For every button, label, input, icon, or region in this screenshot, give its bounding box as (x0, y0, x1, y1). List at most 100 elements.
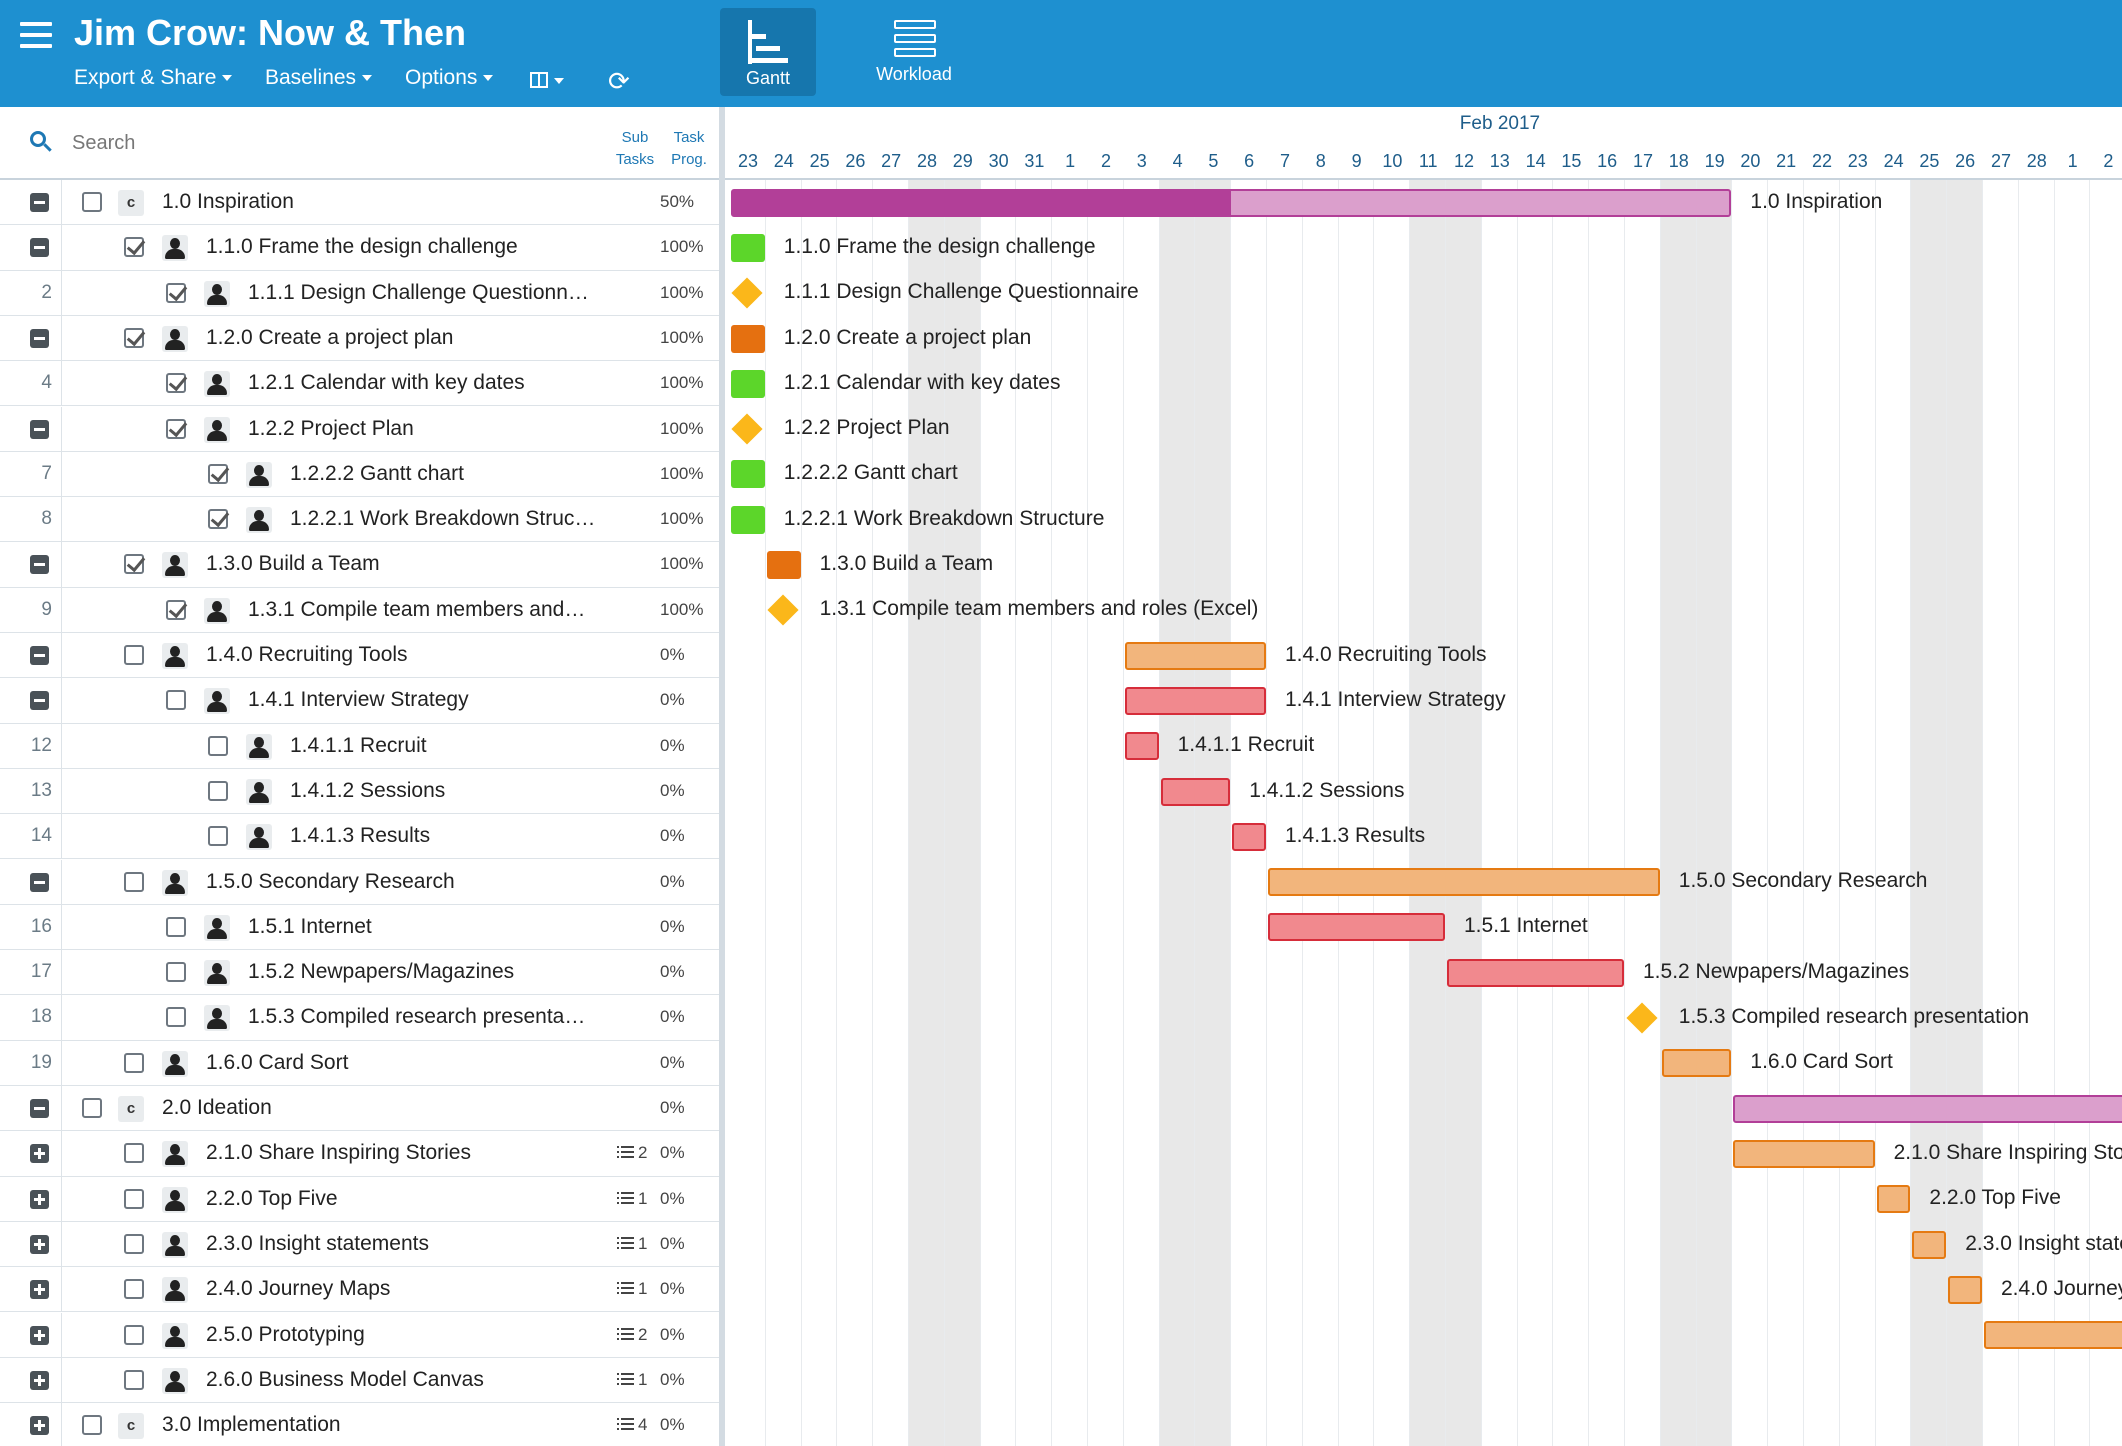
task-checkbox[interactable] (124, 1369, 144, 1390)
person-icon[interactable] (162, 1186, 188, 1213)
person-icon[interactable] (162, 1322, 188, 1349)
person-icon[interactable] (204, 914, 230, 941)
task-row[interactable]: c 2.0 Ideation 0% (0, 1086, 719, 1132)
task-bar[interactable] (1661, 1049, 1732, 1078)
task-name[interactable]: 1.4.0 Recruiting Tools (206, 643, 408, 667)
task-checkbox[interactable] (124, 1324, 144, 1345)
tab-workload[interactable]: Workload (866, 8, 962, 96)
task-checkbox[interactable] (124, 1052, 144, 1073)
task-name[interactable]: 1.2.0 Create a project plan (206, 326, 454, 350)
collapse-icon[interactable] (30, 238, 49, 258)
task-bar[interactable] (1912, 1230, 1947, 1259)
collapse-icon[interactable] (30, 646, 49, 665)
task-bar[interactable] (1733, 1139, 1875, 1168)
subtask-count[interactable]: 4 (617, 1415, 647, 1435)
person-icon[interactable] (204, 371, 230, 398)
person-icon[interactable] (204, 1005, 230, 1032)
task-bar[interactable] (731, 324, 765, 353)
tab-gantt[interactable]: Gantt (720, 8, 816, 96)
baselines-menu[interactable]: Baselines (265, 66, 373, 90)
task-checkbox[interactable] (124, 327, 144, 348)
summary-bar[interactable] (1733, 1094, 2122, 1123)
task-checkbox[interactable] (166, 599, 186, 620)
task-checkbox[interactable] (166, 418, 186, 439)
task-bar[interactable] (1447, 958, 1624, 987)
task-name[interactable]: 1.5.3 Compiled research presenta… (248, 1005, 585, 1029)
subtask-count[interactable]: 2 (617, 1143, 647, 1163)
task-checkbox[interactable] (166, 282, 186, 303)
task-row[interactable]: 2.1.0 Share Inspiring Stories 2 0% (0, 1131, 719, 1177)
expand-icon[interactable] (30, 1325, 49, 1345)
options-menu[interactable]: Options (405, 66, 494, 90)
person-icon[interactable] (204, 688, 230, 715)
collapse-icon[interactable] (30, 872, 49, 892)
task-row[interactable]: 18 1.5.3 Compiled research presenta… 0% (0, 995, 719, 1041)
task-checkbox[interactable] (124, 1188, 144, 1209)
columns-icon[interactable] (530, 70, 578, 92)
task-bar[interactable] (1124, 686, 1266, 715)
task-checkbox[interactable] (82, 192, 102, 212)
task-row[interactable]: 2.2.0 Top Five 1 0% (0, 1176, 719, 1222)
subtask-count[interactable]: 1 (617, 1234, 647, 1254)
person-icon[interactable] (162, 1050, 188, 1077)
task-checkbox[interactable] (166, 962, 186, 983)
person-icon[interactable] (162, 325, 188, 352)
task-checkbox[interactable] (124, 645, 144, 665)
task-checkbox[interactable] (166, 916, 186, 937)
task-checkbox[interactable] (208, 509, 228, 530)
task-row[interactable]: 2.6.0 Business Model Canvas 1 0% (0, 1357, 719, 1404)
task-bar[interactable] (1268, 868, 1660, 897)
person-icon[interactable] (204, 597, 230, 624)
task-bar[interactable] (1124, 732, 1159, 761)
subtask-count[interactable]: 1 (617, 1189, 647, 1209)
task-name[interactable]: 1.0 Inspiration (162, 190, 294, 214)
task-row[interactable]: 2.3.0 Insight statements 1 0% (0, 1221, 719, 1268)
person-icon[interactable] (162, 1367, 188, 1394)
person-icon[interactable] (246, 507, 272, 534)
task-name[interactable]: 1.2.2.1 Work Breakdown Struc… (290, 507, 595, 531)
task-name[interactable]: 2.2.0 Top Five (206, 1187, 338, 1211)
task-bar[interactable] (731, 460, 765, 489)
project-title[interactable]: Jim Crow: Now & Then (74, 12, 466, 54)
collapse-icon[interactable] (30, 1099, 49, 1118)
collapse-icon[interactable] (30, 419, 49, 439)
refresh-icon[interactable]: ⟳ (608, 68, 630, 94)
task-checkbox[interactable] (166, 373, 186, 394)
task-row[interactable]: 12 1.4.1.1 Recruit 0% (0, 723, 719, 769)
task-name[interactable]: 2.3.0 Insight statements (206, 1232, 429, 1256)
person-icon[interactable] (162, 235, 188, 262)
task-bar[interactable] (1232, 822, 1266, 851)
subtask-count[interactable]: 1 (617, 1370, 647, 1390)
task-checkbox[interactable] (124, 871, 144, 892)
task-row[interactable]: 9 1.3.1 Compile team members and… 100% (0, 587, 719, 633)
task-name[interactable]: 1.4.1.1 Recruit (290, 734, 427, 758)
task-name[interactable]: 1.1.0 Frame the design challenge (206, 235, 518, 259)
task-row[interactable]: 19 1.6.0 Card Sort 0% (0, 1040, 719, 1086)
expand-icon[interactable] (30, 1234, 49, 1254)
task-name[interactable]: 1.2.2 Project Plan (248, 417, 414, 441)
task-checkbox[interactable] (124, 554, 144, 575)
task-name[interactable]: 1.5.2 Newpapers/Magazines (248, 960, 514, 984)
task-row[interactable]: 14 1.4.1.3 Results 0% (0, 814, 719, 860)
task-checkbox[interactable] (124, 237, 144, 258)
task-name[interactable]: 1.4.1.2 Sessions (290, 779, 445, 803)
col-header-progress[interactable]: Task Prog. (664, 127, 714, 171)
task-row[interactable]: c 3.0 Implementation 4 0% (0, 1403, 719, 1446)
task-row[interactable]: 4 1.2.1 Calendar with key dates 100% (0, 361, 719, 407)
task-checkbox[interactable] (208, 463, 228, 484)
person-icon[interactable] (246, 733, 272, 760)
person-icon[interactable] (162, 1231, 188, 1258)
task-row[interactable]: 1.3.0 Build a Team 100% (0, 542, 719, 588)
task-checkbox[interactable] (166, 690, 186, 711)
task-bar[interactable] (731, 369, 765, 398)
task-name[interactable]: 1.3.1 Compile team members and… (248, 598, 585, 622)
collapse-icon[interactable] (30, 193, 49, 212)
person-icon[interactable] (162, 1277, 188, 1304)
task-row[interactable]: 1.5.0 Secondary Research 0% (0, 859, 719, 905)
subtask-count[interactable]: 2 (617, 1325, 647, 1345)
task-checkbox[interactable] (124, 1279, 144, 1300)
expand-icon[interactable] (30, 1416, 49, 1436)
task-row[interactable]: 2 1.1.1 Design Challenge Questionn… 100% (0, 270, 719, 316)
person-icon[interactable] (162, 1141, 188, 1168)
task-row[interactable]: 8 1.2.2.1 Work Breakdown Struc… 100% (0, 497, 719, 543)
